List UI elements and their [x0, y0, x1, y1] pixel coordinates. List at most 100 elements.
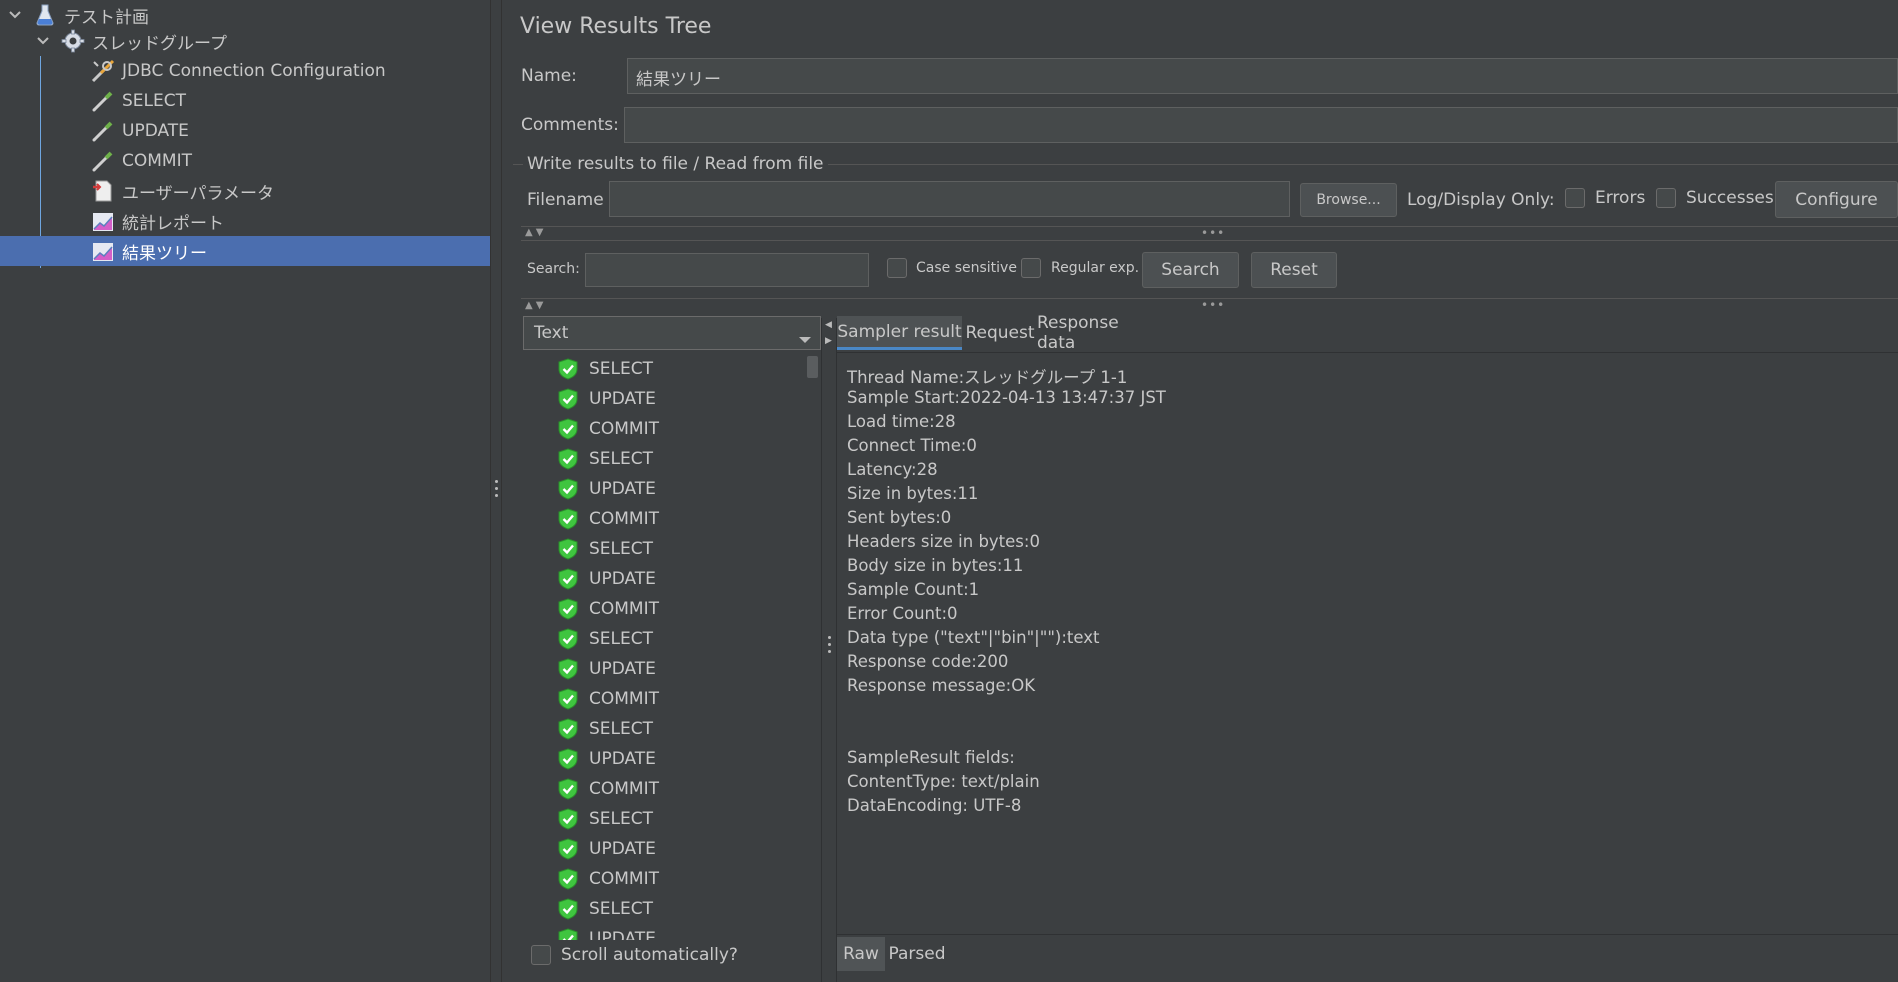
result-item-label: UPDATE [589, 569, 656, 589]
gear-icon [60, 28, 86, 54]
result-item[interactable]: SELECT [523, 894, 653, 924]
test-plan-tree[interactable]: テスト計画 スレッドグループ JDBC Connection Configura… [0, 0, 490, 982]
reset-button[interactable]: Reset [1251, 252, 1337, 288]
result-item-label: COMMIT [589, 779, 659, 799]
grip-dot [495, 494, 498, 497]
result-item[interactable]: UPDATE [523, 744, 656, 774]
detail-tabs: Sampler result Request Response data [837, 313, 1898, 353]
tree-item-summary-report[interactable]: 統計レポート [0, 206, 490, 236]
result-item-label: SELECT [589, 359, 653, 379]
scroll-automatically-checkbox[interactable] [531, 945, 551, 965]
chevron-down-icon[interactable] [36, 34, 50, 48]
tree-item-select[interactable]: SELECT [0, 86, 490, 116]
success-shield-icon [558, 358, 578, 380]
tree-item-label: 結果ツリー [122, 243, 207, 264]
sampler-result-line: Latency:28 [847, 460, 938, 479]
file-group-title: Write results to file / Read from file [523, 154, 828, 174]
graph-icon [90, 238, 116, 264]
divider-grip-icon[interactable]: ••• [1201, 298, 1225, 312]
result-item[interactable]: SELECT [523, 444, 653, 474]
successes-checkbox[interactable] [1656, 188, 1676, 208]
success-shield-icon [558, 718, 578, 740]
result-item[interactable]: UPDATE [523, 834, 656, 864]
sampler-result-text[interactable]: Thread Name:スレッドグループ 1-1 Sample Start:202… [837, 354, 1898, 934]
success-shield-icon [558, 658, 578, 680]
result-item-label: SELECT [589, 539, 653, 559]
tree-item-label: COMMIT [122, 151, 192, 171]
tree-item-label: スレッドグループ [92, 33, 227, 54]
result-item[interactable]: SELECT [523, 624, 653, 654]
success-shield-icon [558, 808, 578, 830]
tree-item-update[interactable]: UPDATE [0, 116, 490, 146]
errors-label: Errors [1595, 188, 1646, 208]
grip-dot [828, 650, 831, 653]
search-button[interactable]: Search [1142, 252, 1239, 288]
filename-input[interactable] [609, 181, 1290, 217]
tree-item-view-results-tree[interactable]: 結果ツリー [0, 236, 490, 266]
sampler-result-line: Error Count:0 [847, 604, 958, 623]
tree-item-user-parameters[interactable]: ユーザーパラメータ [0, 176, 490, 206]
browse-button[interactable]: Browse... [1300, 183, 1397, 217]
sampler-result-line: Size in bytes:11 [847, 484, 979, 503]
grip-dot [828, 636, 831, 639]
configure-button[interactable]: Configure [1775, 181, 1898, 218]
pipette-icon [90, 148, 116, 174]
regular-exp-checkbox[interactable] [1021, 258, 1041, 278]
result-item[interactable]: SELECT [523, 714, 653, 744]
result-item[interactable]: UPDATE [523, 564, 656, 594]
arrow-right-icon[interactable]: ▶ [825, 336, 832, 346]
tab-sampler-result[interactable]: Sampler result [837, 316, 962, 350]
tree-item-jdbc-config[interactable]: JDBC Connection Configuration [0, 56, 490, 86]
results-scrollbar-thumb[interactable] [807, 356, 818, 378]
result-item[interactable]: UPDATE [523, 384, 656, 414]
tree-item-commit[interactable]: COMMIT [0, 146, 490, 176]
result-item[interactable]: COMMIT [523, 594, 659, 624]
result-item[interactable]: UPDATE [523, 654, 656, 684]
result-item-label: UPDATE [589, 749, 656, 769]
sampler-result-line: ContentType: text/plain [847, 772, 1040, 791]
success-shield-icon [558, 868, 578, 890]
chevron-down-icon[interactable] [8, 8, 22, 22]
success-shield-icon [558, 538, 578, 560]
collapse-arrows-icon[interactable]: ▲▼ [525, 227, 546, 238]
tab-parsed[interactable]: Parsed [887, 937, 947, 971]
tab-response-data[interactable]: Response data [1037, 313, 1155, 353]
result-item[interactable]: SELECT [523, 354, 653, 384]
renderer-select[interactable]: Text [523, 316, 821, 350]
list-detail-splitter[interactable]: ◀ ▶ [821, 318, 837, 982]
collapse-arrows-icon[interactable]: ▲▼ [525, 300, 546, 311]
result-item[interactable]: COMMIT [523, 414, 659, 444]
result-item-label: COMMIT [589, 509, 659, 529]
result-item[interactable]: UPDATE [523, 474, 656, 504]
case-sensitive-checkbox[interactable] [887, 258, 907, 278]
result-item[interactable]: COMMIT [523, 504, 659, 534]
sampler-result-line: SampleResult fields: [847, 748, 1015, 767]
result-item-label: COMMIT [589, 419, 659, 439]
comments-input[interactable] [624, 107, 1898, 143]
result-item-label: SELECT [589, 629, 653, 649]
tree-item-label: UPDATE [122, 121, 189, 141]
tab-request[interactable]: Request [965, 316, 1035, 350]
result-item[interactable]: COMMIT [523, 684, 659, 714]
chevron-down-icon [798, 329, 812, 349]
result-item[interactable]: SELECT [523, 534, 653, 564]
result-item[interactable]: COMMIT [523, 774, 659, 804]
result-item[interactable]: SELECT [523, 804, 653, 834]
regular-exp-label: Regular exp. [1051, 260, 1140, 276]
arrow-left-icon[interactable]: ◀ [825, 320, 832, 330]
tree-item-thread-group[interactable]: スレッドグループ [0, 26, 490, 56]
divider-grip-icon[interactable]: ••• [1201, 226, 1225, 240]
result-item[interactable]: UPDATE [523, 924, 656, 940]
results-list[interactable]: SELECT UPDATE COMMIT SELECT UPDATE COMMIT SELE… [523, 354, 823, 940]
result-item[interactable]: COMMIT [523, 864, 659, 894]
graph-icon [90, 208, 116, 234]
success-shield-icon [558, 448, 578, 470]
sampler-result-line: Sample Count:1 [847, 580, 980, 599]
document-icon [90, 178, 116, 204]
errors-checkbox[interactable] [1565, 188, 1585, 208]
vertical-splitter[interactable] [490, 0, 502, 982]
tab-raw[interactable]: Raw [837, 937, 885, 971]
success-shield-icon [558, 418, 578, 440]
name-input[interactable]: 結果ツリー [627, 58, 1898, 94]
search-input[interactable] [585, 253, 869, 287]
